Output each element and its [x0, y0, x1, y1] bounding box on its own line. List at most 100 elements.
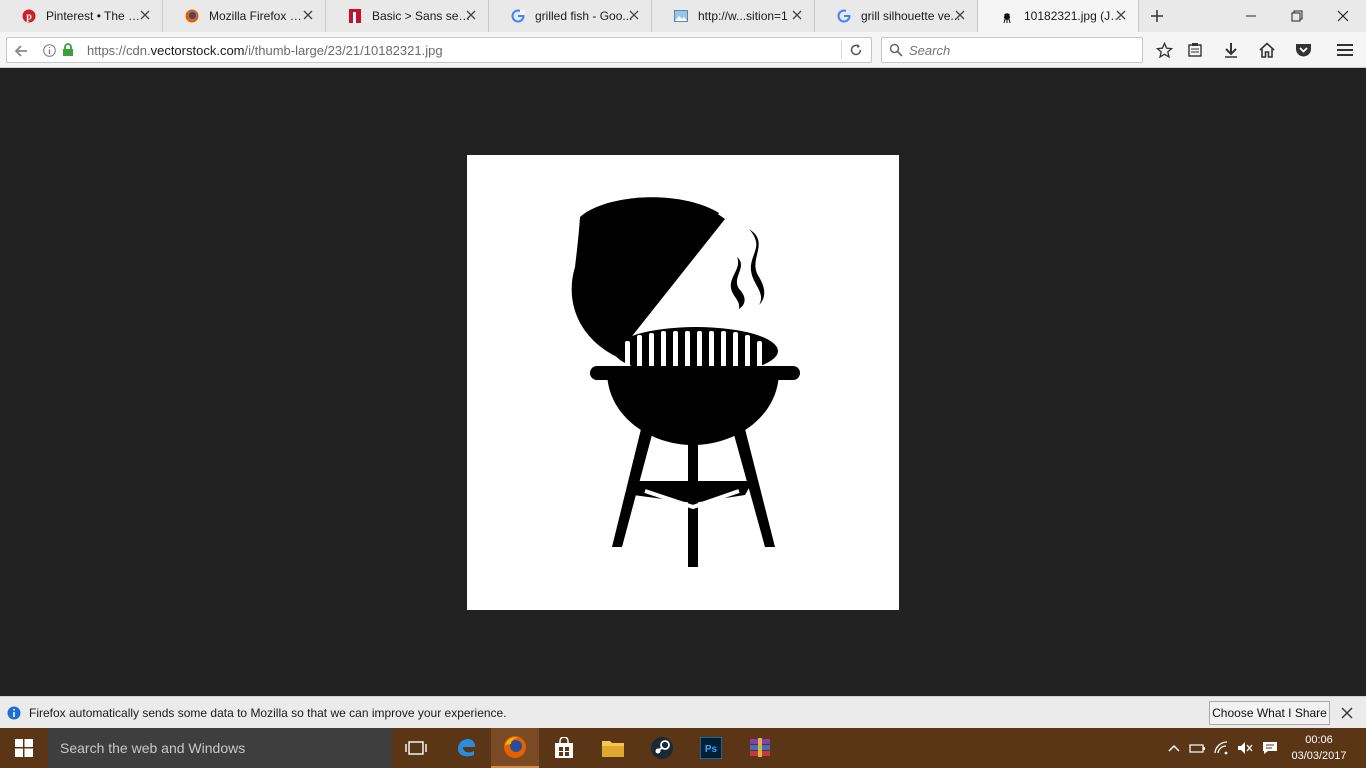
close-icon[interactable] [1339, 705, 1355, 721]
winrar-icon [750, 738, 770, 757]
google-icon [511, 9, 525, 23]
windows-logo-icon [15, 739, 33, 757]
archive-taskbar-button[interactable] [736, 728, 784, 768]
firefox-icon [504, 736, 526, 758]
fontsite-icon [349, 9, 361, 23]
tab-grill-silhouette[interactable]: grill silhouette ve... [815, 0, 978, 32]
tab-label: Mozilla Firefox St... [209, 9, 309, 23]
tab-basic-sans-serif[interactable]: Basic > Sans serif... [326, 0, 489, 32]
lock-icon [63, 43, 73, 56]
svg-text:p: p [26, 12, 32, 23]
tab-mozilla[interactable]: Mozilla Firefox St... [163, 0, 326, 32]
url-bar[interactable]: https://cdn.vectorstock.com/i/thumb-larg… [6, 37, 872, 63]
edge-icon [458, 739, 475, 757]
plus-icon [1151, 10, 1163, 22]
windows-taskbar: Search the web and Windows Ps 00:06 03/0… [0, 728, 1366, 768]
steam-taskbar-button[interactable] [638, 728, 686, 768]
close-icon [1337, 10, 1349, 22]
tab-current-image[interactable]: 10182321.jpg (JP... [978, 0, 1139, 32]
system-clock[interactable]: 00:06 03/03/2017 [1284, 732, 1354, 764]
pocket-button[interactable] [1290, 38, 1316, 62]
close-tab-icon[interactable] [301, 8, 315, 22]
close-window-button[interactable] [1320, 0, 1366, 32]
close-tab-icon[interactable] [790, 8, 804, 22]
reload-icon[interactable] [849, 43, 863, 57]
tab-label: grill silhouette ve... [861, 9, 961, 23]
tab-strip: p Pinterest • The w... Mozilla Firefox S… [0, 0, 1366, 32]
back-arrow-icon[interactable] [13, 43, 29, 59]
tab-label: Pinterest • The w... [46, 9, 146, 23]
reading-list-button[interactable] [1182, 38, 1208, 62]
page-content [0, 69, 1366, 696]
battery-icon[interactable] [1188, 740, 1206, 756]
store-bag-icon [555, 737, 573, 758]
restore-icon [1291, 10, 1303, 22]
home-button[interactable] [1254, 38, 1280, 62]
edge-taskbar-button[interactable] [442, 728, 490, 768]
firefox-taskbar-button[interactable] [491, 728, 539, 768]
wifi-icon[interactable] [1213, 740, 1231, 756]
task-view-icon [405, 741, 427, 755]
tab-label: http://w...sition=1 [698, 9, 788, 23]
steam-icon [651, 737, 673, 759]
url-text[interactable]: https://cdn.vectorstock.com/i/thumb-larg… [87, 43, 443, 58]
url-prefix: https://cdn. [87, 43, 151, 58]
show-hidden-icons-icon[interactable] [1165, 740, 1183, 756]
search-icon [889, 43, 903, 57]
photoshop-icon: Ps [700, 737, 722, 759]
action-center-icon[interactable] [1261, 740, 1279, 756]
taskbar-search-text: Search the web and Windows [60, 740, 246, 756]
close-tab-icon[interactable] [464, 8, 478, 22]
svg-text:Ps: Ps [705, 744, 718, 755]
url-host: vectorstock.com [150, 43, 245, 58]
volume-muted-icon[interactable] [1236, 740, 1254, 756]
notification-bar: Firefox automatically sends some data to… [0, 696, 1366, 728]
clock-date: 03/03/2017 [1291, 750, 1347, 762]
tab-grilled-fish[interactable]: grilled fish - Goo... [489, 0, 652, 32]
download-arrow-icon [1225, 43, 1237, 58]
displayed-image[interactable] [467, 155, 899, 610]
task-view-button[interactable] [392, 728, 440, 768]
navigation-toolbar: https://cdn.vectorstock.com/i/thumb-larg… [0, 32, 1366, 68]
close-tab-icon[interactable] [627, 8, 641, 22]
maximize-button[interactable] [1274, 0, 1320, 32]
downloads-button[interactable] [1218, 38, 1244, 62]
new-tab-button[interactable] [1139, 0, 1175, 32]
tab-label: Basic > Sans serif... [372, 9, 472, 23]
url-path: /i/thumb-large/23/21/10182321.jpg [244, 43, 443, 58]
grill-favicon-icon [1003, 13, 1011, 23]
bookmark-star-button[interactable] [1151, 38, 1177, 62]
info-icon[interactable] [43, 44, 56, 57]
pocket-icon [1295, 44, 1311, 57]
start-button[interactable] [0, 728, 48, 768]
hamburger-menu-icon [1337, 44, 1353, 56]
notification-text: Firefox automatically sends some data to… [29, 706, 507, 720]
photoshop-taskbar-button[interactable]: Ps [687, 728, 735, 768]
tab-label: grilled fish - Goo... [535, 9, 633, 23]
minimize-icon [1246, 15, 1256, 17]
search-placeholder: Search [909, 43, 951, 58]
home-icon [1259, 42, 1275, 58]
tab-pinterest[interactable]: p Pinterest • The w... [0, 0, 163, 32]
tab-label: 10182321.jpg (JP... [1024, 9, 1124, 23]
taskbar-search-box[interactable]: Search the web and Windows [48, 728, 392, 768]
clipboard-icon [1188, 43, 1202, 57]
close-tab-icon[interactable] [138, 8, 152, 22]
close-tab-icon[interactable] [953, 8, 967, 22]
info-icon [7, 706, 21, 720]
url-divider [841, 41, 842, 59]
clock-time: 00:06 [1305, 734, 1333, 746]
choose-what-i-share-button[interactable]: Choose What I Share [1209, 701, 1330, 725]
search-bar[interactable]: Search [881, 37, 1143, 63]
file-explorer-taskbar-button[interactable] [589, 728, 637, 768]
tab-http-image[interactable]: http://w...sition=1 [652, 0, 815, 32]
store-taskbar-button[interactable] [540, 728, 588, 768]
folder-icon [602, 741, 624, 757]
star-icon [1155, 41, 1173, 58]
pinterest-icon: p [22, 9, 36, 23]
close-tab-icon[interactable] [1114, 8, 1128, 22]
grill-silhouette-image [571, 197, 800, 567]
firefox-icon [185, 9, 199, 23]
minimize-button[interactable] [1228, 0, 1274, 32]
menu-button[interactable] [1332, 38, 1358, 62]
